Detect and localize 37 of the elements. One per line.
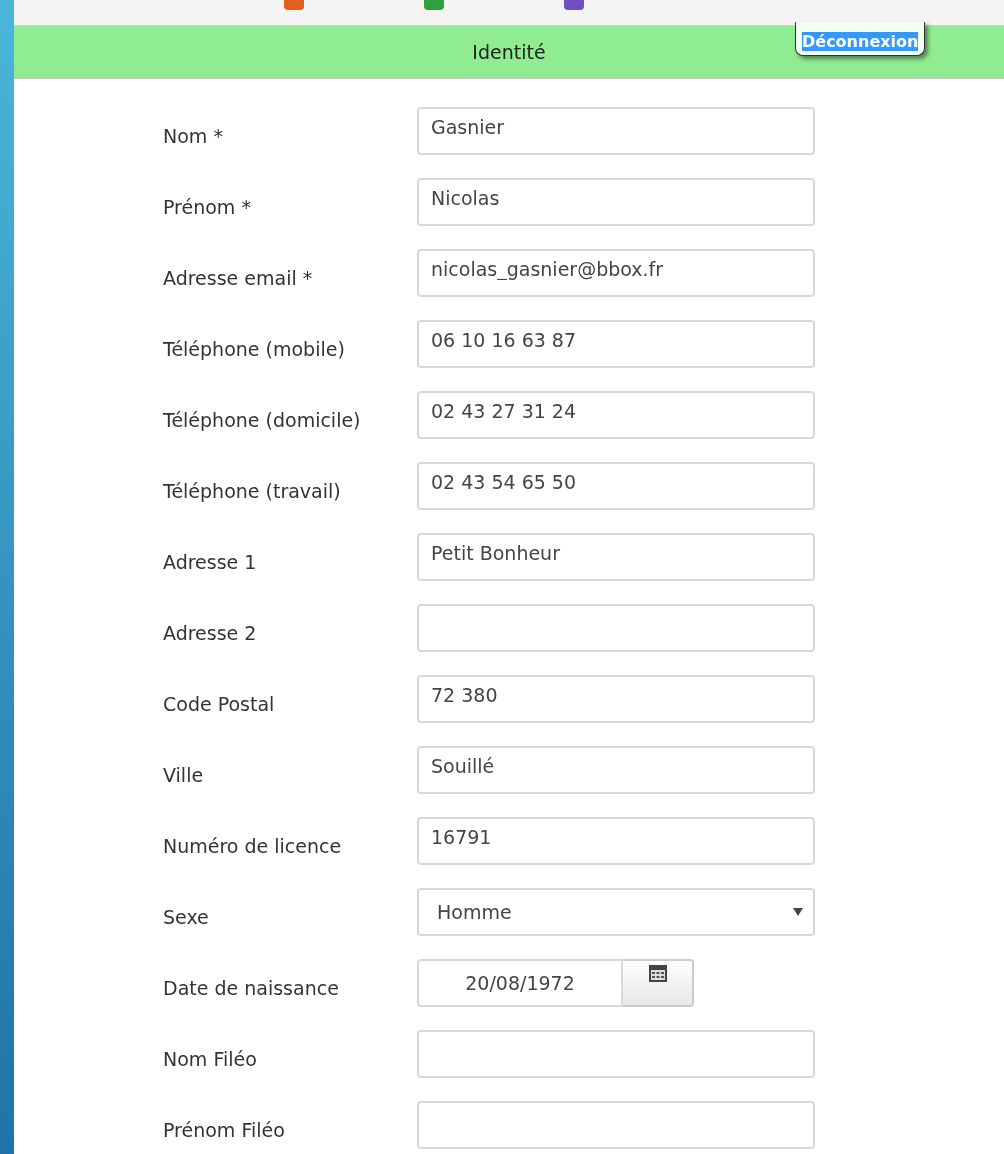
input-field[interactable] [417, 1101, 815, 1149]
input-field[interactable] [417, 1030, 815, 1078]
input-field[interactable]: 02 43 54 65 50 [417, 462, 815, 510]
input-field[interactable]: 16791 [417, 817, 815, 865]
field-label: Code Postal [163, 692, 276, 715]
field-label: Téléphone (travail) [163, 479, 342, 502]
select-field[interactable]: Homme [417, 888, 815, 936]
input-field[interactable]: Souillé [417, 746, 815, 794]
input-field[interactable]: Nicolas [417, 178, 815, 226]
calendar-button[interactable] [623, 959, 694, 1007]
date-field[interactable]: 20/08/1972 [417, 959, 623, 1007]
input-field[interactable]: 72 380 [417, 675, 815, 723]
field-label: Adresse 1 [163, 550, 258, 573]
field-label: Nom * [163, 124, 224, 147]
field-label: Téléphone (mobile) [163, 337, 346, 360]
input-field[interactable]: Gasnier [417, 107, 815, 155]
page-title: Identité [472, 41, 546, 63]
bookmark-icon[interactable] [564, 0, 584, 10]
bookmark-icon[interactable] [284, 0, 304, 10]
input-field[interactable]: 02 43 27 31 24 [417, 391, 815, 439]
caret-icon [793, 908, 803, 916]
calendar-icon [648, 965, 667, 982]
field-label: Prénom Filéo [163, 1118, 286, 1141]
input-field[interactable]: 06 10 16 63 87 [417, 320, 815, 368]
field-label: Ville [163, 763, 205, 786]
input-field[interactable] [417, 604, 815, 652]
field-label: Prénom * [163, 195, 252, 218]
field-label: Téléphone (domicile) [163, 408, 362, 431]
field-label: Nom Filéo [163, 1047, 258, 1070]
bookmark-icon[interactable] [424, 0, 444, 10]
field-label: Sexe [163, 905, 210, 928]
input-field[interactable]: nicolas_gasnier@bbox.fr [417, 249, 815, 297]
field-label: Numéro de licence [163, 834, 343, 857]
field-label: Adresse email * [163, 266, 314, 289]
field-label: Date de naissance [163, 976, 340, 999]
field-label: Adresse 2 [163, 621, 258, 644]
input-field[interactable]: Petit Bonheur [417, 533, 815, 581]
